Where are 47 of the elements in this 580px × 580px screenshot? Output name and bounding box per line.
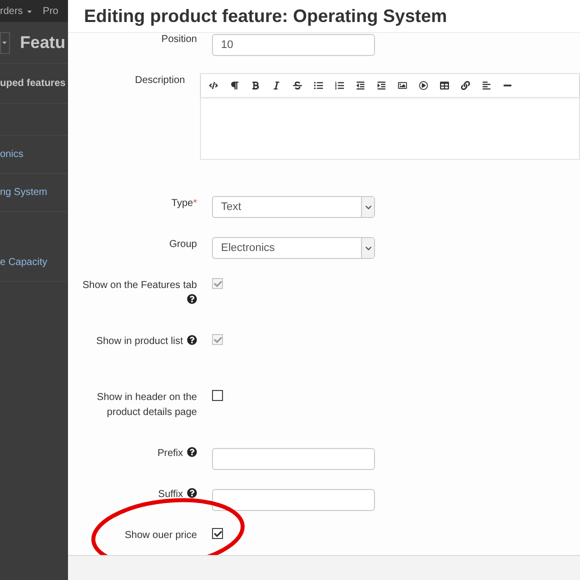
chevron-down-icon bbox=[364, 244, 372, 252]
field-label: Position bbox=[161, 34, 197, 45]
italic-icon[interactable] bbox=[272, 81, 281, 90]
menu-item[interactable]: Pro bbox=[42, 4, 58, 18]
align-left-icon[interactable] bbox=[482, 81, 491, 90]
indent-icon[interactable] bbox=[377, 81, 386, 90]
select-field[interactable]: Electronics bbox=[212, 237, 375, 259]
feature-link[interactable]: e Capacity bbox=[0, 255, 48, 270]
image-icon[interactable] bbox=[398, 81, 407, 90]
outdent-icon[interactable] bbox=[356, 81, 365, 90]
select-field[interactable]: Text bbox=[212, 196, 375, 218]
caret-icon bbox=[26, 8, 33, 14]
video-icon[interactable] bbox=[419, 81, 428, 90]
checkbox[interactable] bbox=[212, 390, 223, 401]
code-icon[interactable] bbox=[209, 81, 218, 90]
strikethrough-icon[interactable] bbox=[293, 81, 302, 90]
field-label: Show in product list bbox=[96, 336, 183, 347]
feature-link[interactable]: ng System bbox=[0, 185, 48, 200]
link-icon[interactable] bbox=[461, 81, 470, 90]
help-icon[interactable] bbox=[187, 447, 197, 457]
dropdown-button[interactable] bbox=[0, 32, 10, 54]
caret-icon bbox=[1, 39, 8, 46]
bulleted-list-icon[interactable] bbox=[314, 81, 323, 90]
bold-icon[interactable] bbox=[251, 81, 260, 90]
feature-link[interactable]: onics bbox=[0, 147, 24, 162]
field-label: Suffix bbox=[158, 489, 183, 500]
menu-item[interactable]: rders bbox=[0, 4, 23, 18]
input-field[interactable]: 10 bbox=[212, 34, 375, 56]
required-mark: * bbox=[193, 198, 197, 209]
checkbox[interactable] bbox=[212, 528, 223, 539]
field-label: Show on the Features tab bbox=[82, 280, 197, 291]
numbered-list-icon[interactable] bbox=[335, 81, 344, 90]
field-label: Prefix bbox=[157, 448, 183, 459]
field-label: Show ouer price bbox=[124, 530, 197, 541]
page-title: Featu bbox=[20, 32, 66, 54]
table-icon[interactable] bbox=[440, 81, 449, 90]
input-field[interactable] bbox=[212, 448, 375, 470]
field-label: Description bbox=[134, 75, 185, 86]
field-label: Type bbox=[171, 198, 194, 209]
field-label: Show in header on the product details page bbox=[96, 392, 197, 418]
dialog-title: Editing product feature: Operating System bbox=[84, 4, 448, 28]
field-label: Group bbox=[169, 239, 197, 250]
chevron-down-icon bbox=[364, 204, 372, 210]
help-icon[interactable] bbox=[187, 488, 197, 498]
paragraph-icon[interactable] bbox=[230, 81, 239, 90]
input-field[interactable] bbox=[212, 489, 375, 511]
section-heading: uped features bbox=[0, 77, 66, 91]
